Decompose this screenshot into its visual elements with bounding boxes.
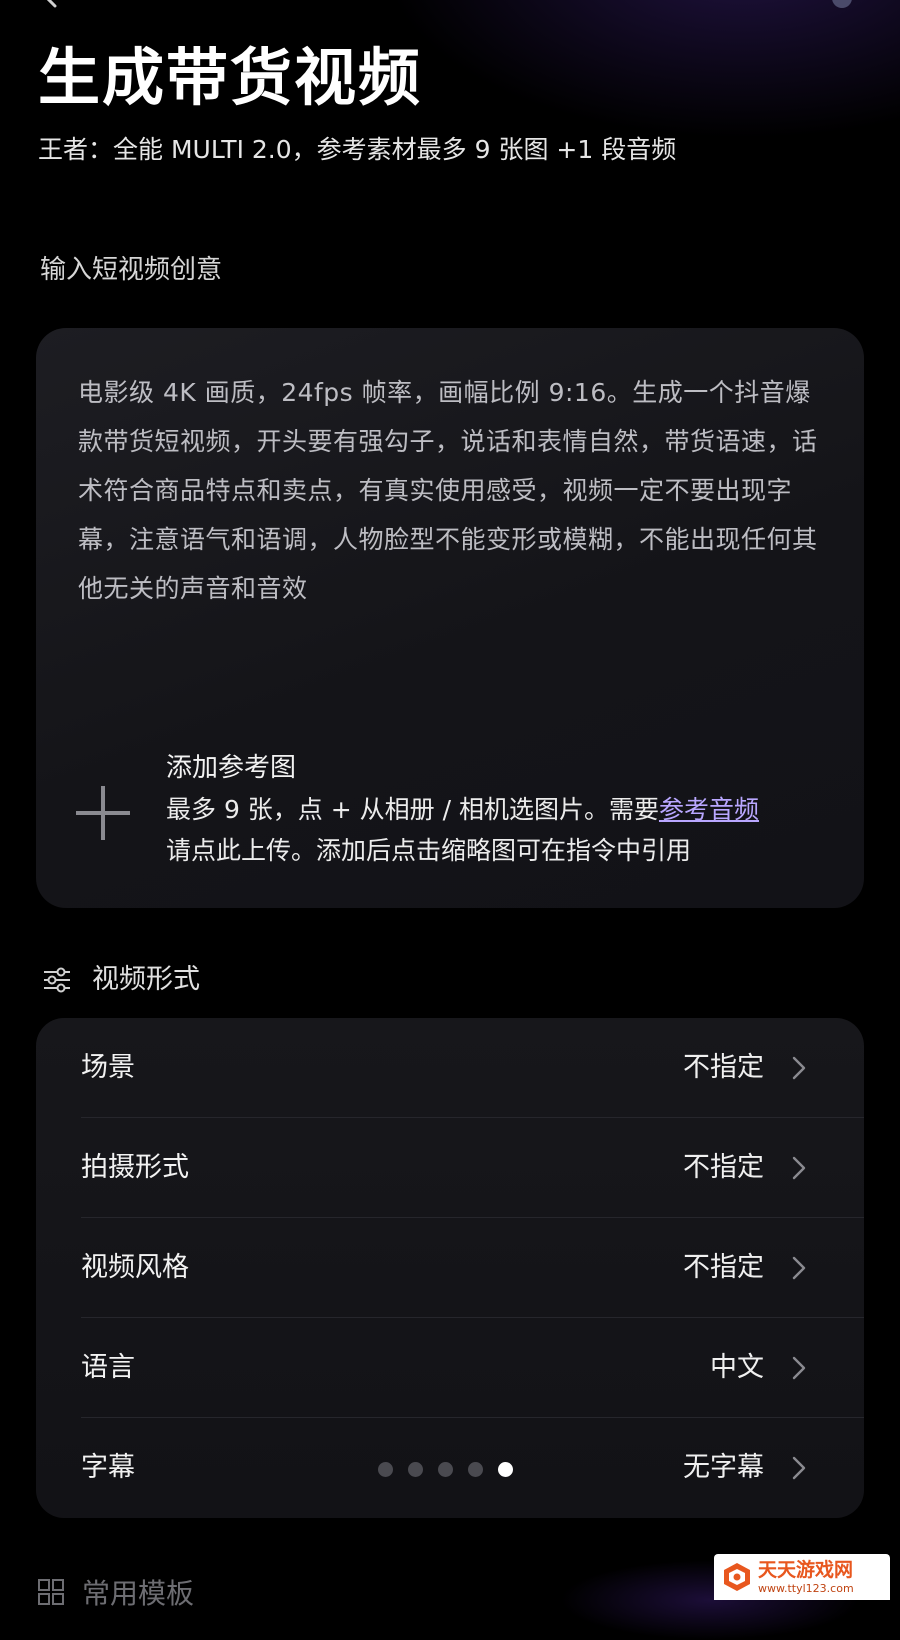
option-label: 字幕: [81, 1452, 135, 1483]
pagination-dots: [378, 1462, 513, 1477]
sliders-icon: [44, 967, 70, 993]
add-reference-desc-prefix: 最多 9 张，点 + 从相册 / 相机选图片。需要: [166, 795, 659, 824]
chevron-right-icon: [792, 1256, 806, 1280]
templates-section-header: 常用模板: [38, 1572, 194, 1612]
chevron-right-icon: [792, 1356, 806, 1380]
option-value: 无字幕: [683, 1452, 764, 1483]
option-label: 语言: [81, 1352, 135, 1383]
chevron-right-icon: [792, 1056, 806, 1080]
option-label: 视频风格: [81, 1252, 189, 1283]
option-value: 不指定: [683, 1152, 764, 1183]
watermark-text: 天天游戏网 www.ttyl123.com: [758, 1558, 854, 1595]
reference-audio-link[interactable]: 参考音频: [659, 795, 759, 824]
video-options-card: 场景 不指定 拍摄形式 不指定 视频风格 不指定 语言 中文 字幕 无字幕: [36, 1018, 864, 1518]
watermark-url: www.ttyl123.com: [758, 1581, 854, 1595]
chevron-right-icon: [792, 1156, 806, 1180]
plus-icon[interactable]: [76, 786, 130, 840]
templates-section-title: 常用模板: [82, 1577, 195, 1610]
pagination-dot-active[interactable]: [498, 1462, 513, 1477]
page-title: 生成带货视频: [38, 41, 423, 114]
pagination-dot[interactable]: [378, 1462, 393, 1477]
top-glow: [380, 0, 900, 140]
option-label: 拍摄形式: [81, 1152, 189, 1183]
option-row-video-style[interactable]: 视频风格 不指定: [36, 1218, 864, 1318]
option-label: 场景: [81, 1052, 135, 1083]
add-reference-area[interactable]: 添加参考图 最多 9 张，点 + 从相册 / 相机选图片。需要参考音频 请点此上…: [76, 748, 836, 878]
watermark-logo-icon: [724, 1563, 750, 1591]
add-reference-desc-suffix: 请点此上传。添加后点击缩略图可在指令中引用: [166, 836, 692, 865]
coin-icon: [832, 0, 852, 8]
site-watermark: 天天游戏网 www.ttyl123.com: [714, 1554, 890, 1600]
option-row-subtitles[interactable]: 字幕 无字幕: [36, 1418, 864, 1518]
option-row-shooting-form[interactable]: 拍摄形式 不指定: [36, 1118, 864, 1218]
grid-icon: [38, 1579, 64, 1605]
prompt-section-label: 输入短视频创意: [40, 255, 223, 285]
option-row-language[interactable]: 语言 中文: [36, 1318, 864, 1418]
video-form-title: 视频形式: [92, 964, 200, 995]
back-arrow-icon[interactable]: [40, 0, 62, 8]
pagination-dot[interactable]: [408, 1462, 423, 1477]
pagination-dot[interactable]: [468, 1462, 483, 1477]
prompt-textarea[interactable]: 电影级 4K 画质，24fps 帧率，画幅比例 9:16。生成一个抖音爆款带货短…: [78, 368, 822, 613]
option-value: 不指定: [683, 1252, 764, 1283]
model-subtitle: 王者：全能 MULTI 2.0，参考素材最多 9 张图 +1 段音频: [38, 135, 677, 164]
option-row-scene[interactable]: 场景 不指定: [36, 1018, 864, 1118]
pagination-dot[interactable]: [438, 1462, 453, 1477]
prompt-card[interactable]: 电影级 4K 画质，24fps 帧率，画幅比例 9:16。生成一个抖音爆款带货短…: [36, 328, 864, 908]
chevron-right-icon: [792, 1456, 806, 1480]
add-reference-text: 添加参考图 最多 9 张，点 + 从相册 / 相机选图片。需要参考音频 请点此上…: [166, 748, 759, 871]
option-value: 不指定: [683, 1052, 764, 1083]
balance-indicator: [832, 0, 852, 8]
video-form-header: 视频形式: [42, 960, 200, 1000]
watermark-name: 天天游戏网: [758, 1558, 854, 1581]
add-reference-title: 添加参考图: [166, 753, 297, 783]
option-value: 中文: [710, 1352, 764, 1383]
